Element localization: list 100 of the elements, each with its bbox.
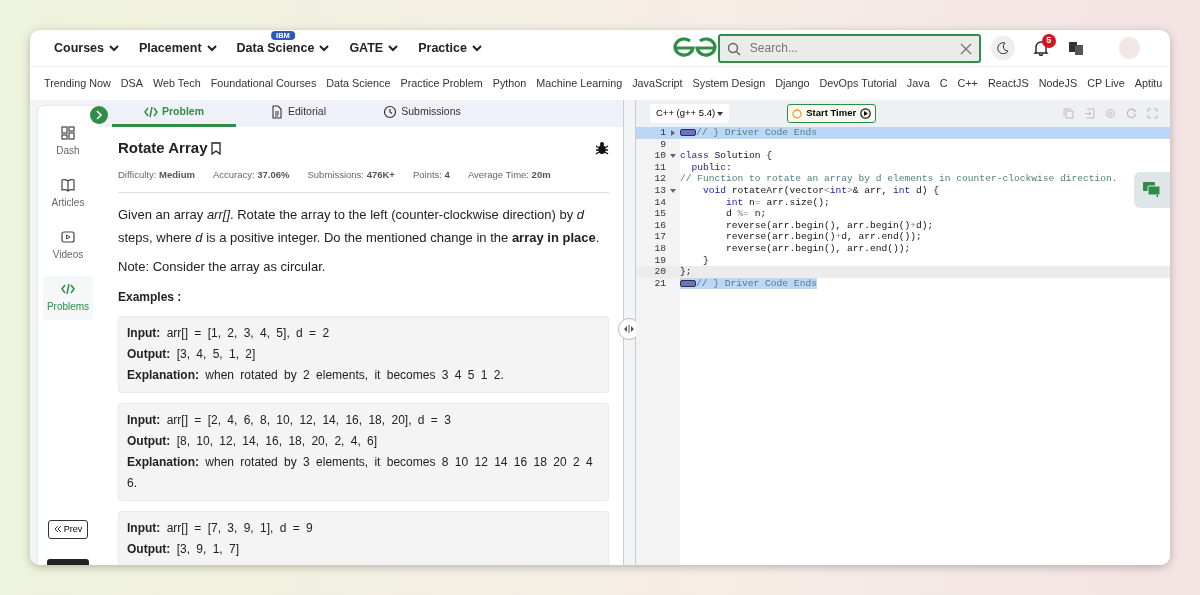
example-line: Explanation: when rotated by 2 elements, it becomes 3 4 5 1 2.	[127, 367, 505, 385]
meta-stat: Accuracy: 37.06%	[212, 167, 290, 182]
sidebar-button[interactable]	[47, 559, 89, 565]
code-text: d %= n;	[725, 208, 767, 220]
example-line: Input: arr[] = [2, 4, 6, 8, 10, 12, 14, 16, 18, 20], d = 3	[127, 412, 452, 430]
topic-link[interactable]: Foundational Courses	[210, 75, 317, 92]
search-icon	[726, 41, 741, 56]
folded-code-marker[interactable]	[680, 279, 696, 287]
prev-button[interactable]: Prev	[47, 519, 89, 539]
line-number: 9	[659, 138, 666, 151]
meta-stat: Difficulty: Medium	[118, 167, 195, 182]
topic-link[interactable]: Machine Learning	[536, 75, 623, 92]
moon-icon	[997, 42, 1010, 54]
code-text: int n= arr.size();	[725, 196, 830, 209]
chevron-right-icon	[95, 110, 103, 120]
chevron-down-icon	[206, 44, 217, 52]
caret-icon	[717, 111, 724, 116]
fold-closed-icon[interactable]	[671, 129, 675, 136]
example-line: Input: arr[] = [1, 2, 3, 4, 5], d = 2	[127, 325, 331, 343]
topic-link[interactable]: DevOps Tutorial	[819, 75, 897, 92]
line-number: 21	[653, 277, 666, 290]
topic-link[interactable]: NodeJS	[1038, 75, 1078, 92]
topic-link[interactable]: System Design	[692, 75, 766, 92]
examples-heading: Examples :	[118, 289, 183, 307]
topic-link[interactable]: Practice Problem	[400, 75, 483, 92]
line-number: 1	[659, 127, 666, 139]
tab[interactable]: Submissions	[360, 100, 484, 127]
topic-link[interactable]: Java	[906, 75, 930, 92]
line-number: 15	[653, 208, 666, 220]
code-text: void rotateArr(vector<int>& arr, int d) {	[702, 184, 940, 197]
topic-link[interactable]: C	[939, 75, 948, 92]
line-number: 11	[653, 161, 666, 174]
example-line: Input: arr[] = [7, 3, 9, 1], d = 9	[127, 520, 314, 538]
meta-stat: Points: 4	[412, 167, 450, 182]
topic-link[interactable]: CP Live	[1087, 75, 1125, 92]
logo-icon	[671, 37, 718, 59]
document-icon	[270, 105, 285, 119]
folded-code-marker[interactable]	[680, 128, 696, 136]
line-number: 13	[653, 184, 666, 197]
sidebar-item[interactable]: Articles	[43, 172, 93, 216]
grid-icon	[61, 126, 75, 140]
example-line: Output: [8, 10, 12, 14, 16, 18, 20, 2, 4, 6]	[127, 433, 379, 451]
alarm-icon	[792, 108, 803, 119]
topic-link[interactable]: C++	[957, 75, 978, 92]
menu-item[interactable]: Courses	[54, 38, 120, 58]
line-number: 16	[653, 219, 666, 232]
bookmark-icon[interactable]	[211, 141, 222, 155]
problem-description: Given an array arr[]. Rotate the array to the left (counter-clockwise direction) by d steps, where d is a positive integer. Do the mentioned change in the array in place.	[118, 205, 601, 247]
topic-link[interactable]: Aptitu	[1134, 75, 1163, 92]
code-text: };	[680, 266, 692, 278]
menu-item[interactable]: Placement	[139, 38, 217, 58]
code-text: reverse(arr.begin(), arr.begin()+d);	[725, 219, 934, 232]
chevron-down-icon	[109, 44, 120, 52]
menu-item[interactable]: Data Science	[236, 38, 330, 58]
topic-link[interactable]: Trending Now	[44, 75, 111, 92]
line-number: 20	[653, 266, 666, 278]
line-number: 17	[653, 231, 666, 243]
play-icon	[860, 108, 872, 119]
meta-stat: Submissions: 476K+	[307, 167, 395, 182]
problem-note: Note: Consider the array as circular.	[118, 257, 327, 276]
video-icon	[61, 230, 75, 244]
code-text: // } Driver Code Ends	[680, 127, 817, 139]
tab[interactable]: Problem	[112, 100, 236, 127]
code-text: // Function to rotate an array by d elements in counter-clockwise direction.	[680, 173, 1118, 185]
topic-link[interactable]: Data Science	[326, 75, 391, 92]
language-dropdown[interactable]: C++ (g++ 5.4)	[650, 104, 730, 123]
topic-link[interactable]: Python	[492, 75, 527, 92]
double-chevron-left-icon	[53, 525, 62, 534]
chat-button[interactable]	[1134, 172, 1170, 208]
sidebar-item[interactable]: Problems	[43, 276, 93, 320]
start-timer-button[interactable]: Start Timer	[787, 104, 877, 123]
code-text: class Solution {	[680, 150, 773, 162]
search-field[interactable]: Search...	[717, 33, 982, 63]
sidebar-item[interactable]: Dash	[43, 120, 93, 164]
problem-title: Rotate Array	[118, 138, 208, 158]
menu-item[interactable]: Practice	[418, 38, 482, 58]
chevron-down-icon	[319, 44, 330, 52]
bug-icon[interactable]	[595, 141, 609, 156]
example-line: Output: [3, 9, 1, 7]	[127, 541, 240, 559]
fold-open-icon[interactable]	[670, 154, 676, 158]
clock-icon	[383, 105, 398, 119]
theme-toggle-button[interactable]	[991, 36, 1015, 60]
close-icon[interactable]	[960, 42, 973, 55]
chevron-down-icon	[471, 44, 482, 52]
code-icon	[61, 282, 75, 296]
chat-icon	[1143, 182, 1161, 198]
code-icon	[144, 105, 158, 119]
code-text: // } Driver Code Ends	[680, 277, 817, 290]
sidebar-item[interactable]: Videos	[43, 224, 93, 268]
line-number: 10	[653, 150, 666, 162]
topic-link[interactable]: ReactJS	[987, 75, 1029, 92]
topic-link[interactable]: Django	[775, 75, 810, 92]
topic-link[interactable]: Web Tech	[153, 75, 201, 92]
fold-open-icon[interactable]	[670, 188, 676, 193]
code-text: reverse(arr.begin()+d, arr.end());	[725, 231, 922, 243]
tab[interactable]: Editorial	[236, 100, 360, 127]
menu-item[interactable]: GATE	[349, 38, 399, 58]
example-line: Output: [3, 4, 5, 1, 2]	[127, 346, 257, 364]
topic-link[interactable]: DSA	[120, 75, 143, 92]
topic-link[interactable]: JavaScript	[632, 75, 683, 92]
